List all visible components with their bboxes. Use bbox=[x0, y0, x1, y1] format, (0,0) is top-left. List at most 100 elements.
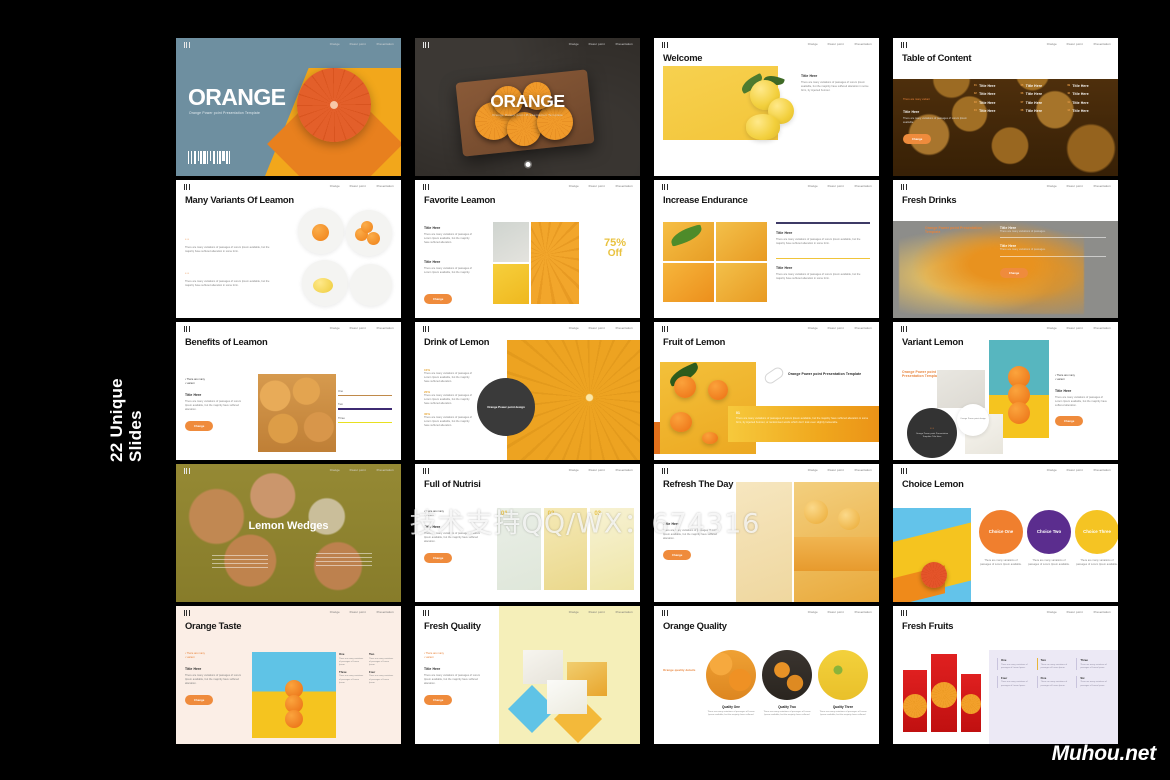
nav-item-powerpoint: Power point bbox=[1066, 610, 1084, 615]
slide-thumbnail-orange-cover-blue[interactable]: Orange Power point Presentation ORANGE O… bbox=[176, 38, 401, 176]
choice-circle-one[interactable]: Choice One bbox=[979, 510, 1023, 554]
bar-label: One bbox=[338, 390, 343, 393]
orange-slice-image bbox=[507, 112, 541, 146]
toc-item[interactable]: 02 Title Here bbox=[974, 92, 1017, 96]
change-button[interactable]: Change bbox=[424, 294, 453, 304]
nav-item-presentation: Presentation bbox=[615, 326, 633, 331]
toc-item[interactable]: 08 Title Here bbox=[1021, 109, 1064, 113]
nav-item-powerpoint: Power point bbox=[1066, 468, 1084, 473]
feature-list: Title Here There are many variations of … bbox=[999, 226, 1106, 279]
change-button[interactable]: Change bbox=[1055, 416, 1084, 427]
slide-thumbnail-favorite-leamon[interactable]: Orange Power point Presentation Favorite… bbox=[415, 180, 640, 318]
change-button[interactable]: Change bbox=[903, 134, 932, 145]
toc-item-label: Title Here bbox=[1025, 109, 1043, 114]
toc-item[interactable]: 03 Title Here bbox=[974, 101, 1017, 105]
toc-item[interactable]: 12 Title Here bbox=[1067, 109, 1110, 113]
slide-nav: Orange Power point Presentation bbox=[568, 185, 632, 188]
slide-thumbnail-choice-lemon[interactable]: Orange Power point Presentation Choice L… bbox=[893, 464, 1118, 602]
change-button[interactable]: Change bbox=[424, 553, 453, 564]
change-button[interactable]: Change bbox=[663, 550, 692, 561]
slide-thumbnail-welcome[interactable]: Orange Power point Presentation Welcome … bbox=[654, 38, 879, 176]
slide-logo-icon bbox=[662, 609, 668, 616]
slide-header: Orange Power point Presentation bbox=[415, 38, 640, 51]
toc-item[interactable]: 06 Title Here bbox=[1021, 92, 1064, 96]
slide-logo-icon bbox=[423, 467, 429, 474]
slide-logo-icon bbox=[423, 609, 429, 616]
slide-thumbnail-lemon-wedges[interactable]: Orange Power point Presentation Lemon We… bbox=[176, 464, 401, 602]
slide-thumbnail-table-of-content[interactable]: Orange Power point Presentation Table of… bbox=[893, 38, 1118, 176]
slide-thumbnail-fresh-quality[interactable]: Orange Power point Presentation Fresh Qu… bbox=[415, 606, 640, 744]
toc-item[interactable]: 09 Title Here bbox=[1067, 84, 1110, 88]
toc-item[interactable]: 04 Title Here bbox=[974, 109, 1017, 113]
oranges-photo bbox=[258, 374, 336, 452]
change-button[interactable]: Change bbox=[185, 421, 214, 432]
red-bars-photo bbox=[903, 654, 981, 732]
change-button[interactable]: Change bbox=[999, 267, 1029, 278]
slide-header: Orange Power point Presentation bbox=[654, 180, 879, 193]
slide-thumbnail-orange-cover-dark[interactable]: Orange Power point Presentation ORANGE O… bbox=[415, 38, 640, 176]
block-heading: Title Here bbox=[424, 226, 441, 230]
nav-item-presentation: Presentation bbox=[854, 326, 872, 331]
quality-label: Quality One bbox=[722, 705, 740, 709]
nav-item-orange: Orange bbox=[568, 326, 579, 331]
toc-item[interactable]: 10 Title Here bbox=[1067, 92, 1110, 96]
toc-item[interactable]: 05 Title Here bbox=[1021, 84, 1064, 88]
slide-logo-icon bbox=[184, 467, 190, 474]
nav-item-powerpoint: Power point bbox=[827, 184, 845, 189]
bullet-label: There are many bbox=[186, 378, 205, 381]
peeled-orange-image bbox=[670, 412, 692, 432]
choice-item[interactable]: Choice Two There are many variations of … bbox=[1027, 510, 1071, 567]
taste-text: • There are many • variant Title Here Th… bbox=[185, 652, 243, 706]
block-heading: Title Here bbox=[801, 74, 818, 78]
slide-header: Orange Power point Presentation bbox=[415, 464, 640, 477]
lead-text: Orange quality details bbox=[663, 668, 699, 672]
cover-title: ORANGE bbox=[490, 91, 565, 111]
toc-item[interactable]: 01 Title Here bbox=[974, 84, 1017, 88]
slide-header: Orange Power point Presentation bbox=[893, 606, 1118, 619]
block-body: There are many variations of passages of… bbox=[424, 233, 472, 245]
slide-thumbnail-variant-lemon[interactable]: Orange Power point Presentation Variant … bbox=[893, 322, 1118, 460]
slide-thumbnail-orange-quality[interactable]: Orange Power point Presentation Orange Q… bbox=[654, 606, 879, 744]
nav-item-powerpoint: Power point bbox=[588, 468, 606, 473]
slide-thumbnail-increase-endurance[interactable]: Orange Power point Presentation Increase… bbox=[654, 180, 879, 318]
change-button[interactable]: Change bbox=[424, 695, 453, 706]
bar-label: Three bbox=[338, 416, 345, 420]
divider-line bbox=[212, 566, 268, 568]
divider-line bbox=[316, 564, 372, 566]
slide-title: Favorite Leamon bbox=[424, 194, 496, 205]
choice-item[interactable]: Choice One There are many variations of … bbox=[979, 510, 1023, 567]
orange-image bbox=[1008, 402, 1030, 424]
toc-body: There are many variations of passages of… bbox=[903, 117, 967, 125]
choice-circle-three[interactable]: Choice Three bbox=[1075, 510, 1118, 554]
slide-thumbnail-fresh-drinks[interactable]: Orange Power point Presentation Fresh Dr… bbox=[893, 180, 1118, 318]
cell-body: There are many variations of passages of… bbox=[1040, 663, 1068, 669]
slide-title: Fruit of Lemon bbox=[663, 336, 726, 347]
toc-item[interactable]: 11 Title Here bbox=[1067, 101, 1110, 105]
nav-item-orange: Orange bbox=[807, 42, 818, 47]
nav-item-presentation: Presentation bbox=[1093, 468, 1111, 473]
toc-item[interactable]: 07 Title Here bbox=[1021, 101, 1064, 105]
nav-item-presentation: Presentation bbox=[615, 42, 633, 47]
slide-thumbnail-fresh-fruits[interactable]: Orange Power point Presentation Fresh Fr… bbox=[893, 606, 1118, 744]
text-columns: Title Here There are many variations of … bbox=[776, 222, 870, 281]
slide-thumbnail-many-variants-of-leamon[interactable]: Orange Power point Presentation Many Var… bbox=[176, 180, 401, 318]
slide-thumbnail-fruit-of-lemon[interactable]: Orange Power point Presentation Fruit of… bbox=[654, 322, 879, 460]
nav-item-orange: Orange bbox=[807, 184, 818, 189]
slide-thumbnail-full-of-nutrisi[interactable]: Orange Power point Presentation Full of … bbox=[415, 464, 640, 602]
toc-columns: 01 Title Here 02 Title Here 03 Title Here 0… bbox=[974, 84, 1110, 168]
slide-thumbnail-refresh-the-day[interactable]: Orange Power point Presentation Refresh … bbox=[654, 464, 879, 602]
oranges-photo bbox=[523, 650, 563, 684]
divider-rule-yellow bbox=[776, 257, 870, 260]
choice-circle-two[interactable]: Choice Two bbox=[1027, 510, 1071, 554]
choice-item[interactable]: Choice Three There are many variations o… bbox=[1075, 510, 1118, 567]
slide-logo-icon bbox=[184, 41, 190, 48]
change-button[interactable]: Change bbox=[185, 695, 214, 706]
image-number: 02 bbox=[547, 511, 555, 517]
divider-line bbox=[316, 553, 372, 554]
slide-thumbnail-orange-taste[interactable]: Orange Power point Presentation Orange T… bbox=[176, 606, 401, 744]
divider-line bbox=[316, 557, 372, 558]
carousel-dot-indicator[interactable] bbox=[525, 162, 530, 167]
slide-thumbnail-drink-of-lemon[interactable]: Orange Power point Presentation Drink of… bbox=[415, 322, 640, 460]
slide-nav: Orange Power point Presentation bbox=[568, 611, 632, 614]
slide-thumbnail-benefits-of-leamon[interactable]: Orange Power point Presentation Benefits… bbox=[176, 322, 401, 460]
